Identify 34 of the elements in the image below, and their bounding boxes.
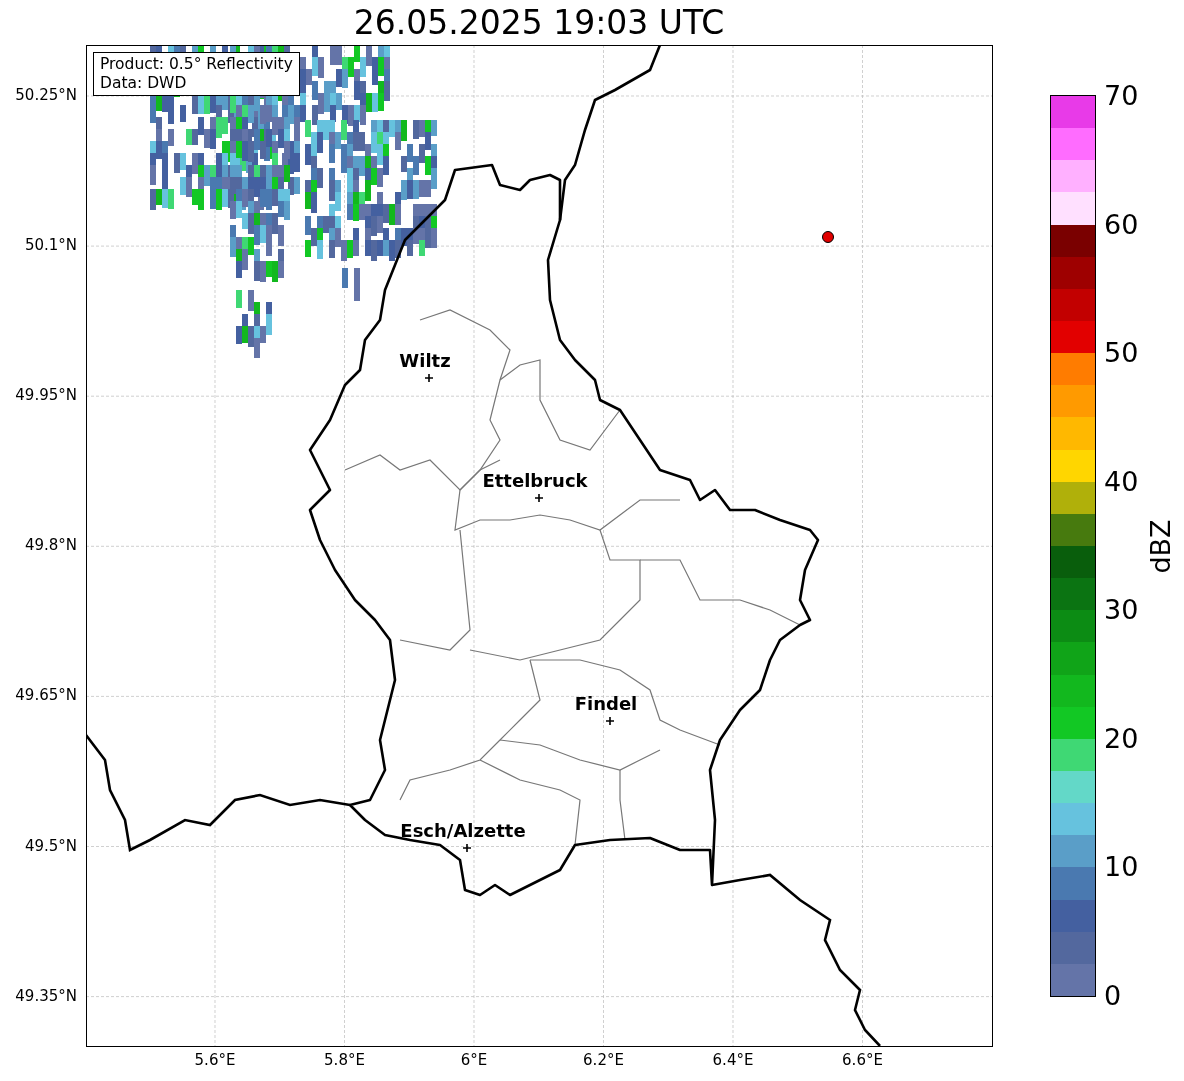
- city-label: Esch/Alzette: [400, 822, 526, 840]
- longitude-label: 5.8°E: [324, 1053, 365, 1068]
- city-marker-icon: [462, 843, 472, 853]
- city-marker-icon: [534, 493, 544, 503]
- latitude-label: 49.5°N: [24, 838, 77, 854]
- location-marker: [822, 231, 834, 243]
- longitude-label: 6.4°E: [712, 1053, 754, 1068]
- colorbar-tick-label: 60: [1104, 210, 1139, 238]
- longitude-label: 5.6°E: [194, 1053, 236, 1068]
- legend-text: Data: DWD: [100, 74, 188, 93]
- longitude-label: 6°E: [460, 1053, 488, 1068]
- latitude-label: 50.25°N: [15, 88, 77, 103]
- colorbar-tick-label: 30: [1104, 596, 1139, 624]
- latitude-label: 49.35°N: [15, 988, 77, 1004]
- city-label: Ettelbruck: [482, 472, 588, 490]
- city-marker-icon: [424, 373, 434, 383]
- longitude-label: 6.6°E: [842, 1053, 883, 1068]
- latitude-label: 49.65°N: [15, 688, 77, 704]
- colorbar-tick-label: 0: [1104, 982, 1122, 1009]
- colorbar-tick-label: 20: [1104, 724, 1139, 752]
- latitude-label: 49.95°N: [15, 388, 77, 404]
- longitude-label: 6.2°E: [583, 1053, 624, 1068]
- legend-text: Product: 0.5° Reflectivity: [100, 55, 293, 74]
- city-label: Wiltz: [399, 352, 451, 370]
- colorbar-tick-label: 50: [1104, 339, 1139, 367]
- latitude-label: 49.8°N: [24, 538, 77, 554]
- chart-title: 26.05.2025 19:03 UTC: [353, 6, 725, 39]
- colorbar-label: dBZ: [1146, 518, 1174, 574]
- colorbar-tick-label: 40: [1104, 467, 1139, 495]
- latitude-label: 50.1°N: [24, 238, 77, 254]
- colorbar-tick-label: 10: [1104, 853, 1139, 881]
- city-marker-icon: [605, 716, 615, 726]
- colorbar-tick-label: 70: [1104, 82, 1139, 109]
- city-label: Findel: [574, 695, 638, 713]
